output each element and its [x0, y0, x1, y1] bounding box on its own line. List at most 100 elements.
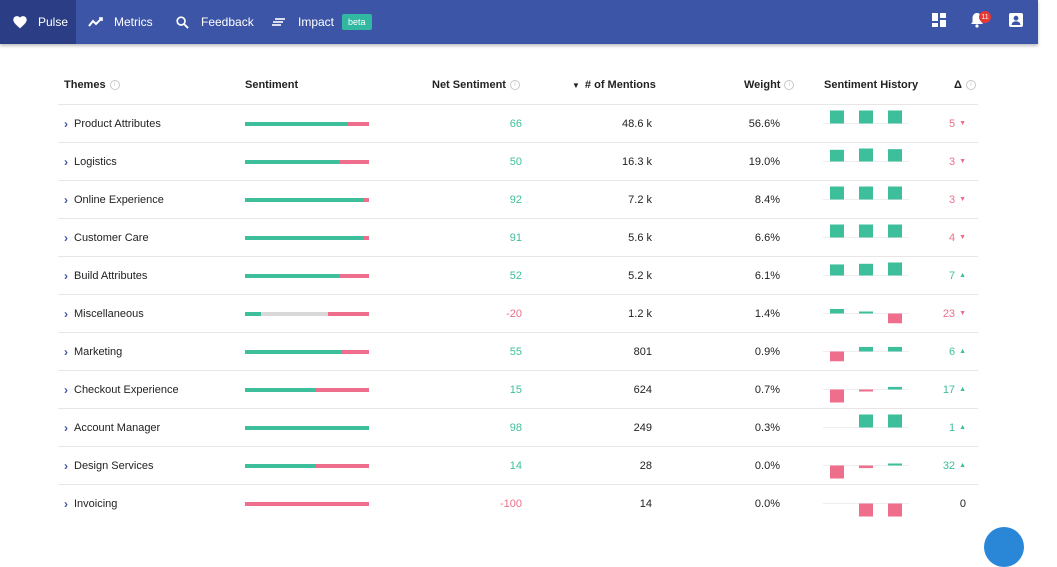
user-button[interactable]	[1009, 0, 1023, 44]
info-icon[interactable]: i	[965, 80, 976, 90]
history-bar	[830, 224, 844, 238]
table-row[interactable]: › Invoicing -100 14 0.0% 0	[58, 485, 978, 522]
header-delta[interactable]: Δ i	[954, 79, 976, 91]
table-row[interactable]: › Customer Care 91 5.6 k 6.6% 4 ▼	[58, 219, 978, 257]
header-mentions[interactable]: ▼ # of Mentions	[572, 79, 656, 91]
table-row[interactable]: › Marketing 55 801 0.9% 6 ▲	[58, 333, 978, 371]
history-bar	[830, 465, 844, 479]
sentiment-history-chart	[823, 333, 909, 370]
delta-value: 6	[948, 345, 956, 358]
sentiment-bar	[245, 485, 369, 522]
weight-value: 19.0%	[748, 155, 780, 168]
theme-expand-toggle[interactable]: › Invoicing	[64, 485, 117, 522]
sentiment-negative-segment	[328, 311, 369, 316]
history-svg	[823, 186, 909, 200]
theme-expand-toggle[interactable]: › Product Attributes	[64, 105, 161, 142]
table-row[interactable]: › Design Services 14 28 0.0% 32 ▲	[58, 447, 978, 485]
table-row[interactable]: › Product Attributes 66 48.6 k 56.6% 5 ▼	[58, 105, 978, 143]
sort-desc-icon: ▼	[572, 80, 580, 90]
nav-metrics[interactable]: Metrics	[88, 0, 153, 44]
header-sentiment-history[interactable]: Sentiment History	[824, 79, 918, 91]
history-svg	[823, 346, 909, 362]
dashboard-button[interactable]	[932, 0, 946, 44]
arrow-down-icon: ▼	[959, 120, 966, 127]
delta-cell: 6 ▲	[918, 333, 966, 370]
table-row[interactable]: › Checkout Experience 15 624 0.7% 17 ▲	[58, 371, 978, 409]
sentiment-history-chart	[823, 371, 909, 408]
delta-value: 5	[948, 117, 956, 130]
search-icon	[176, 15, 189, 29]
history-bar	[888, 186, 902, 200]
history-bar	[888, 386, 902, 390]
table-row[interactable]: › Build Attributes 52 5.2 k 6.1% 7 ▲	[58, 257, 978, 295]
table-row[interactable]: › Miscellaneous -20 1.2 k 1.4% 23 ▼	[58, 295, 978, 333]
mentions-value: 7.2 k	[628, 193, 652, 206]
history-svg	[823, 110, 909, 124]
themes-table: Themes i Sentiment Net Sentiment i ▼ # o…	[58, 66, 978, 522]
sentiment-bar	[245, 143, 369, 180]
info-icon[interactable]: i	[109, 80, 120, 90]
theme-expand-toggle[interactable]: › Online Experience	[64, 181, 164, 218]
theme-expand-toggle[interactable]: › Miscellaneous	[64, 295, 144, 332]
theme-expand-toggle[interactable]: › Build Attributes	[64, 257, 147, 294]
history-svg	[823, 308, 909, 324]
nav-impact-label: Impact	[298, 15, 335, 29]
net-sentiment-value: 50	[509, 155, 522, 168]
header-themes[interactable]: Themes i	[64, 79, 120, 91]
theme-expand-toggle[interactable]: › Logistics	[64, 143, 117, 180]
top-nav: Pulse Metrics Feedback Impact beta 11	[0, 0, 1038, 44]
delta-cell: 23 ▼	[918, 295, 966, 332]
arrow-down-icon: ▼	[959, 234, 966, 241]
theme-expand-toggle[interactable]: › Design Services	[64, 447, 153, 484]
nav-pulse[interactable]: Pulse	[0, 0, 76, 44]
arrow-up-icon: ▲	[959, 386, 966, 393]
mentions-value: 16.3 k	[622, 155, 652, 168]
theme-expand-toggle[interactable]: › Customer Care	[64, 219, 149, 256]
nav-impact[interactable]: Impact beta	[272, 0, 372, 44]
table-row[interactable]: › Account Manager 98 249 0.3% 1 ▲	[58, 409, 978, 447]
arrow-down-icon: ▼	[959, 158, 966, 165]
header-weight[interactable]: Weight i	[744, 79, 795, 91]
theme-expand-toggle[interactable]: › Checkout Experience	[64, 371, 179, 408]
chevron-right-icon: ›	[64, 116, 68, 131]
table-row[interactable]: › Logistics 50 16.3 k 19.0% 3 ▼	[58, 143, 978, 181]
delta-value: 4	[948, 231, 956, 244]
sentiment-negative-segment	[339, 159, 369, 164]
sentiment-bar	[245, 295, 369, 332]
info-icon[interactable]: i	[784, 80, 795, 90]
help-fab-button[interactable]	[984, 527, 1024, 567]
mentions-value: 624	[633, 383, 652, 396]
header-sentiment[interactable]: Sentiment	[245, 79, 298, 91]
net-sentiment-value: -20	[506, 307, 522, 320]
theme-name: Logistics	[74, 155, 117, 168]
sentiment-positive-segment	[245, 463, 316, 468]
sentiment-negative-segment	[362, 235, 369, 240]
weight-value: 6.6%	[754, 231, 780, 244]
sentiment-negative-segment	[341, 349, 369, 354]
theme-name: Marketing	[74, 345, 123, 358]
sentiment-history-chart	[823, 409, 909, 446]
history-svg	[823, 386, 909, 403]
header-history-label: Sentiment History	[824, 79, 919, 91]
net-sentiment-value: 66	[509, 117, 522, 130]
history-bar	[859, 263, 873, 276]
nav-feedback[interactable]: Feedback	[176, 0, 254, 44]
mentions-value: 5.6 k	[628, 231, 652, 244]
delta-value: 3	[948, 155, 956, 168]
history-bar	[888, 110, 902, 124]
table-row[interactable]: › Online Experience 92 7.2 k 8.4% 3 ▼	[58, 181, 978, 219]
history-bar	[888, 262, 902, 276]
theme-name: Invoicing	[74, 497, 118, 510]
header-net-sentiment[interactable]: Net Sentiment i	[432, 79, 520, 91]
sentiment-negative-segment	[245, 501, 369, 506]
theme-name: Account Manager	[74, 421, 161, 434]
sentiment-bar	[245, 447, 369, 484]
sentiment-negative-segment	[347, 121, 369, 126]
sentiment-positive-segment	[245, 121, 348, 126]
history-bar	[888, 503, 902, 517]
info-icon[interactable]: i	[509, 80, 520, 90]
sentiment-bar	[245, 333, 369, 370]
theme-expand-toggle[interactable]: › Account Manager	[64, 409, 160, 446]
theme-expand-toggle[interactable]: › Marketing	[64, 333, 122, 370]
history-bar	[888, 149, 902, 162]
